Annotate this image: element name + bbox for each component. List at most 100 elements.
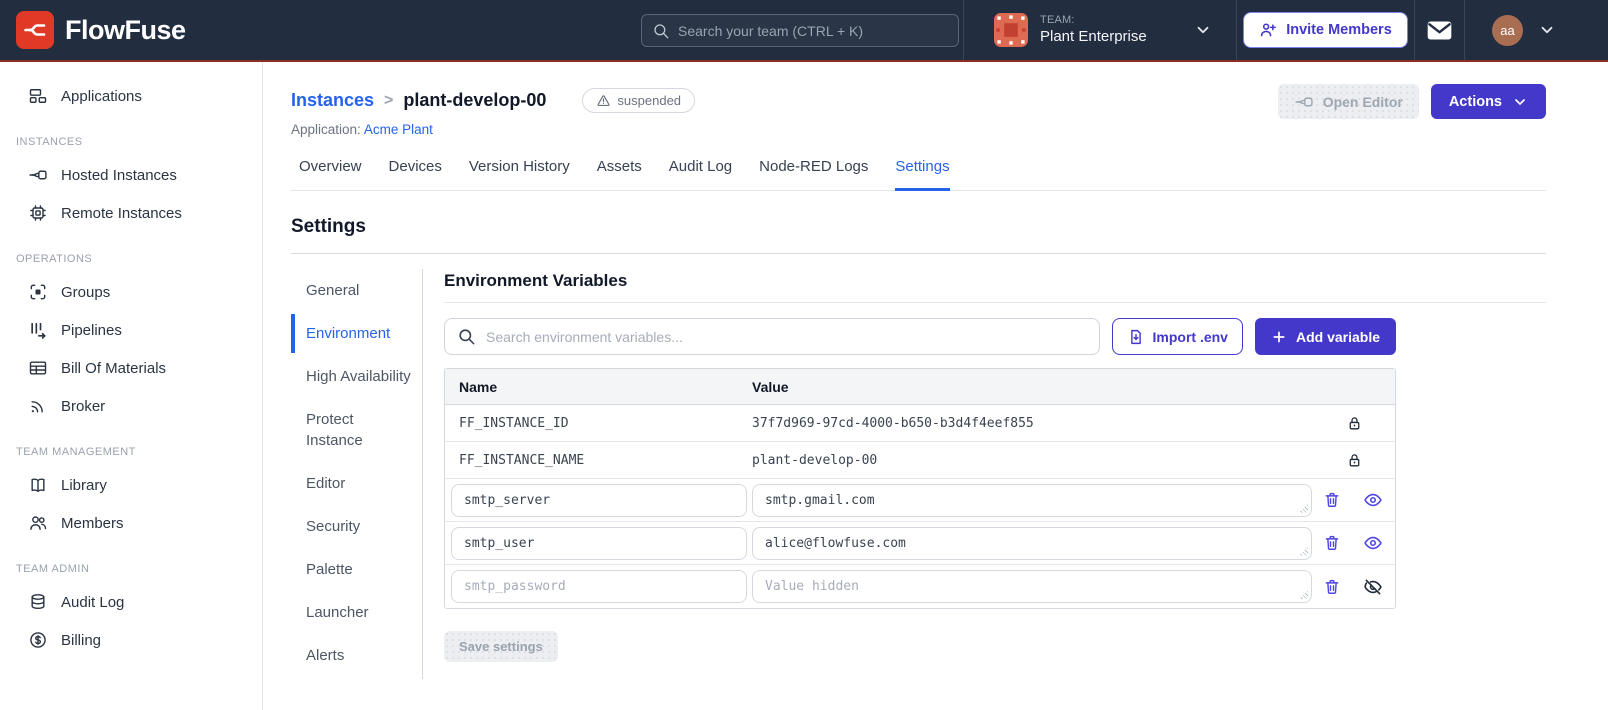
eye-icon (1364, 493, 1382, 507)
delete-variable-button[interactable] (1323, 578, 1341, 596)
sidebar-item-label: Pipelines (61, 321, 122, 339)
sidebar-item-label: Hosted Instances (61, 166, 177, 184)
env-var-name-input[interactable] (451, 526, 747, 560)
env-search-input[interactable] (486, 328, 1087, 345)
team-search-input[interactable] (678, 22, 948, 39)
settings-nav-high-availability[interactable]: High Availability (291, 357, 412, 396)
settings-nav-editor[interactable]: Editor (291, 464, 412, 503)
tab-version-history[interactable]: Version History (469, 158, 570, 191)
applications-icon (29, 89, 47, 103)
sidebar-item-pipelines[interactable]: Pipelines (0, 311, 262, 349)
database-icon (31, 594, 45, 610)
invite-members-button[interactable]: Invite Members (1243, 12, 1408, 48)
env-var-name-input[interactable] (451, 483, 747, 517)
user-menu[interactable]: aa (1464, 0, 1608, 60)
tab-settings[interactable]: Settings (895, 158, 950, 191)
sidebar-item-billing[interactable]: Billing (0, 621, 262, 659)
user-plus-icon (1261, 23, 1277, 37)
warning-icon (597, 95, 610, 107)
avatar[interactable]: aa (1492, 14, 1523, 46)
sidebar-item-groups[interactable]: Groups (0, 273, 262, 311)
env-var-name: FF_INSTANCE_NAME (459, 452, 585, 468)
sidebar-section-operations: OPERATIONS (16, 253, 93, 265)
env-var-value-input[interactable]: alice@flowfuse.com (753, 527, 1311, 559)
broker-signal-icon (31, 401, 43, 413)
env-var-value-box (752, 570, 1312, 603)
settings-title: Settings (291, 216, 366, 237)
actions-button[interactable]: Actions (1430, 84, 1546, 119)
lock-icon (1349, 453, 1359, 466)
settings-nav-environment[interactable]: Environment (291, 314, 412, 353)
show-value-button[interactable] (1363, 533, 1383, 553)
env-section-title: Environment Variables (444, 271, 628, 290)
breadcrumb-instances-link[interactable]: Instances (291, 90, 374, 111)
chevron-down-icon[interactable] (1194, 21, 1212, 39)
settings-nav-general[interactable]: General (291, 271, 412, 310)
tab-node-red-logs[interactable]: Node-RED Logs (759, 158, 868, 191)
settings-nav-protect-instance[interactable]: Protect Instance (291, 400, 412, 460)
sidebar-section-instances: INSTANCES (16, 136, 83, 148)
sidebar-item-label: Billing (61, 631, 102, 649)
sidebar-item-label: Bill Of Materials (61, 359, 167, 377)
sidebar-item-label: Remote Instances (61, 204, 182, 222)
env-var-value-input[interactable]: smtp.gmail.com (753, 484, 1311, 516)
status-badge-label: suspended (617, 93, 682, 108)
settings-nav-launcher[interactable]: Launcher (291, 593, 412, 632)
tab-assets[interactable]: Assets (597, 158, 642, 191)
sidebar-item-label: Groups (61, 283, 111, 301)
top-navbar: FlowFuse TEAM: Plant Enterprise (0, 0, 1608, 62)
env-var-value: plant-develop-00 (752, 452, 878, 468)
sidebar-item-hosted-instances[interactable]: Hosted Instances (0, 156, 262, 194)
plus-icon (1273, 330, 1285, 343)
tab-overview[interactable]: Overview (299, 158, 362, 191)
invite-members-section: Invite Members (1236, 0, 1414, 60)
book-icon (31, 478, 45, 492)
sidebar-item-label: Members (61, 514, 124, 532)
show-value-button[interactable] (1363, 490, 1383, 510)
tab-devices[interactable]: Devices (389, 158, 442, 191)
users-icon (30, 516, 47, 530)
tab-audit-log[interactable]: Audit Log (669, 158, 732, 191)
settings-nav-alerts[interactable]: Alerts (291, 636, 412, 675)
team-label: TEAM: (1040, 13, 1075, 26)
application-link[interactable]: Acme Plant (364, 122, 433, 137)
chevron-down-icon[interactable] (1538, 21, 1556, 39)
sidebar-item-audit-log[interactable]: Audit Log (0, 583, 262, 621)
hide-value-button[interactable] (1363, 577, 1383, 597)
sidebar-item-label: Broker (61, 397, 106, 415)
sidebar-item-label: Library (61, 476, 107, 494)
sidebar-item-library[interactable]: Library (0, 466, 262, 504)
sidebar-item-applications[interactable]: Applications (0, 77, 262, 115)
env-var-name: FF_INSTANCE_ID (459, 415, 569, 431)
settings-divider (291, 253, 1546, 254)
mail-icon[interactable] (1426, 17, 1453, 44)
delete-variable-button[interactable] (1323, 534, 1341, 552)
delete-variable-button[interactable] (1323, 491, 1341, 509)
settings-nav-security[interactable]: Security (291, 507, 412, 546)
settings-nav-palette[interactable]: Palette (291, 550, 412, 589)
flowfuse-logo-icon (16, 11, 54, 49)
sidebar-item-remote-instances[interactable]: Remote Instances (0, 194, 262, 232)
breadcrumb-separator: > (384, 91, 394, 109)
table-row: FF_INSTANCE_ID 37f7d969-97cd-4000-b650-b… (445, 405, 1395, 442)
table-row: FF_INSTANCE_NAME plant-develop-00 (445, 442, 1395, 479)
env-var-name-input[interactable] (451, 570, 747, 603)
eye-off-icon (1364, 579, 1382, 594)
flowfuse-logo[interactable]: FlowFuse (16, 11, 186, 49)
invite-members-label: Invite Members (1286, 22, 1392, 38)
sidebar-item-members[interactable]: Members (0, 504, 262, 542)
eye-icon (1364, 536, 1382, 550)
add-variable-button[interactable]: Add variable (1254, 318, 1396, 355)
team-search (641, 14, 959, 47)
env-var-value-input[interactable] (753, 571, 1311, 602)
instance-tabs: Overview Devices Version History Assets … (291, 158, 1546, 191)
import-file-icon (1130, 329, 1141, 344)
team-switcher[interactable]: TEAM: Plant Enterprise (963, 0, 1236, 60)
save-settings-button[interactable]: Save settings (444, 631, 558, 662)
open-editor-button[interactable]: Open Editor (1277, 84, 1419, 119)
import-env-button[interactable]: Import .env (1111, 318, 1243, 355)
add-variable-label: Add variable (1295, 328, 1380, 345)
sidebar-item-bill-of-materials[interactable]: Bill Of Materials (0, 349, 262, 387)
sidebar-item-broker[interactable]: Broker (0, 387, 262, 425)
chevron-down-icon (1515, 98, 1525, 105)
